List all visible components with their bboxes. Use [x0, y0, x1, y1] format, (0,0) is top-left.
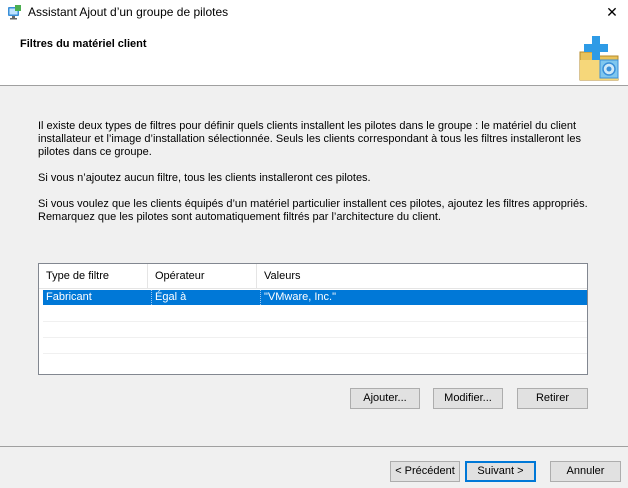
- page-title: Filtres du matériel client: [20, 38, 147, 50]
- description-paragraph: Si vous voulez que les clients équipés d…: [38, 198, 588, 223]
- close-button[interactable]: ✕: [596, 0, 628, 24]
- empty-row: [43, 354, 587, 369]
- list-header: Type de filtre Opérateur Valeurs: [39, 264, 587, 289]
- window-title: Assistant Ajout d’un groupe de pilotes: [28, 5, 229, 19]
- modify-filter-button[interactable]: Modifier...: [433, 388, 503, 409]
- cell-filter-type: Fabricant: [43, 290, 152, 305]
- add-filter-button[interactable]: Ajouter...: [350, 388, 420, 409]
- next-button[interactable]: Suivant >: [465, 461, 536, 482]
- close-icon: ✕: [606, 3, 618, 20]
- back-button[interactable]: < Précédent: [390, 461, 460, 482]
- column-header-filter-type[interactable]: Type de filtre: [39, 264, 148, 288]
- cell-operator: Égal à: [152, 290, 261, 305]
- folder-plus-gear-icon: [574, 30, 624, 84]
- remove-filter-button[interactable]: Retirer: [517, 388, 588, 409]
- filters-list[interactable]: Type de filtre Opérateur Valeurs Fabrica…: [38, 263, 588, 375]
- description: Il existe deux types de filtres pour déf…: [38, 120, 588, 237]
- description-paragraph: Si vous n’ajoutez aucun filtre, tous les…: [38, 172, 371, 184]
- column-header-operator[interactable]: Opérateur: [148, 264, 257, 288]
- wizard-header: Filtres du matériel client: [0, 24, 628, 86]
- description-paragraph: Il existe deux types de filtres pour déf…: [38, 120, 581, 158]
- cell-values: "VMware, Inc.": [264, 291, 336, 303]
- empty-row: [43, 306, 587, 322]
- footer-divider: [0, 446, 628, 447]
- title-bar: Assistant Ajout d’un groupe de pilotes ✕: [0, 0, 628, 24]
- cancel-button[interactable]: Annuler: [550, 461, 621, 482]
- empty-row: [43, 338, 587, 354]
- empty-row: [43, 322, 587, 338]
- column-header-values[interactable]: Valeurs: [257, 264, 587, 288]
- app-icon: [6, 4, 22, 20]
- table-row[interactable]: Fabricant Égal à "VMware, Inc.": [43, 290, 587, 305]
